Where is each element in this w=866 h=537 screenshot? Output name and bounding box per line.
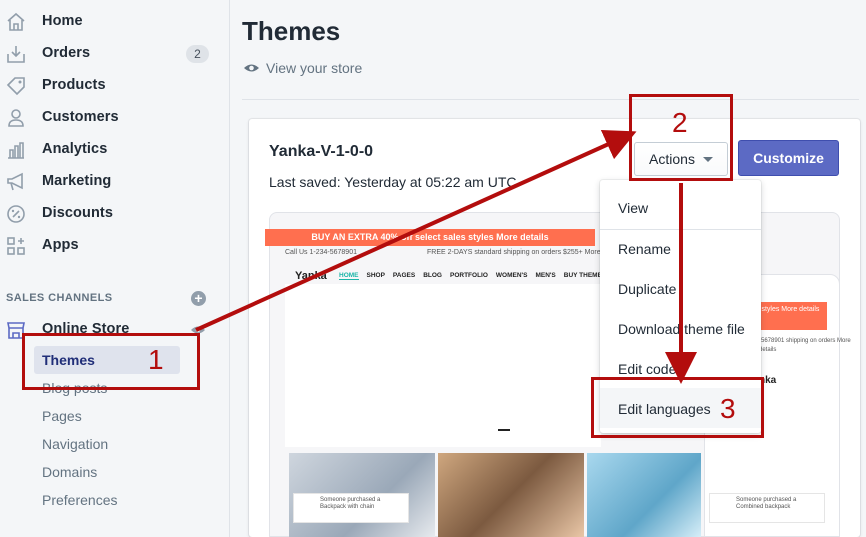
annotation-box-themes: [22, 333, 200, 390]
annotation-step-number: 3: [720, 393, 736, 424]
annotation-box-edit-languages: [591, 377, 764, 438]
annotation-step-number: 2: [672, 107, 688, 138]
annotation-arrows: [195, 129, 697, 384]
arrow-step1-to-step2: [195, 129, 637, 332]
annotation-step-number: 1: [148, 344, 164, 375]
